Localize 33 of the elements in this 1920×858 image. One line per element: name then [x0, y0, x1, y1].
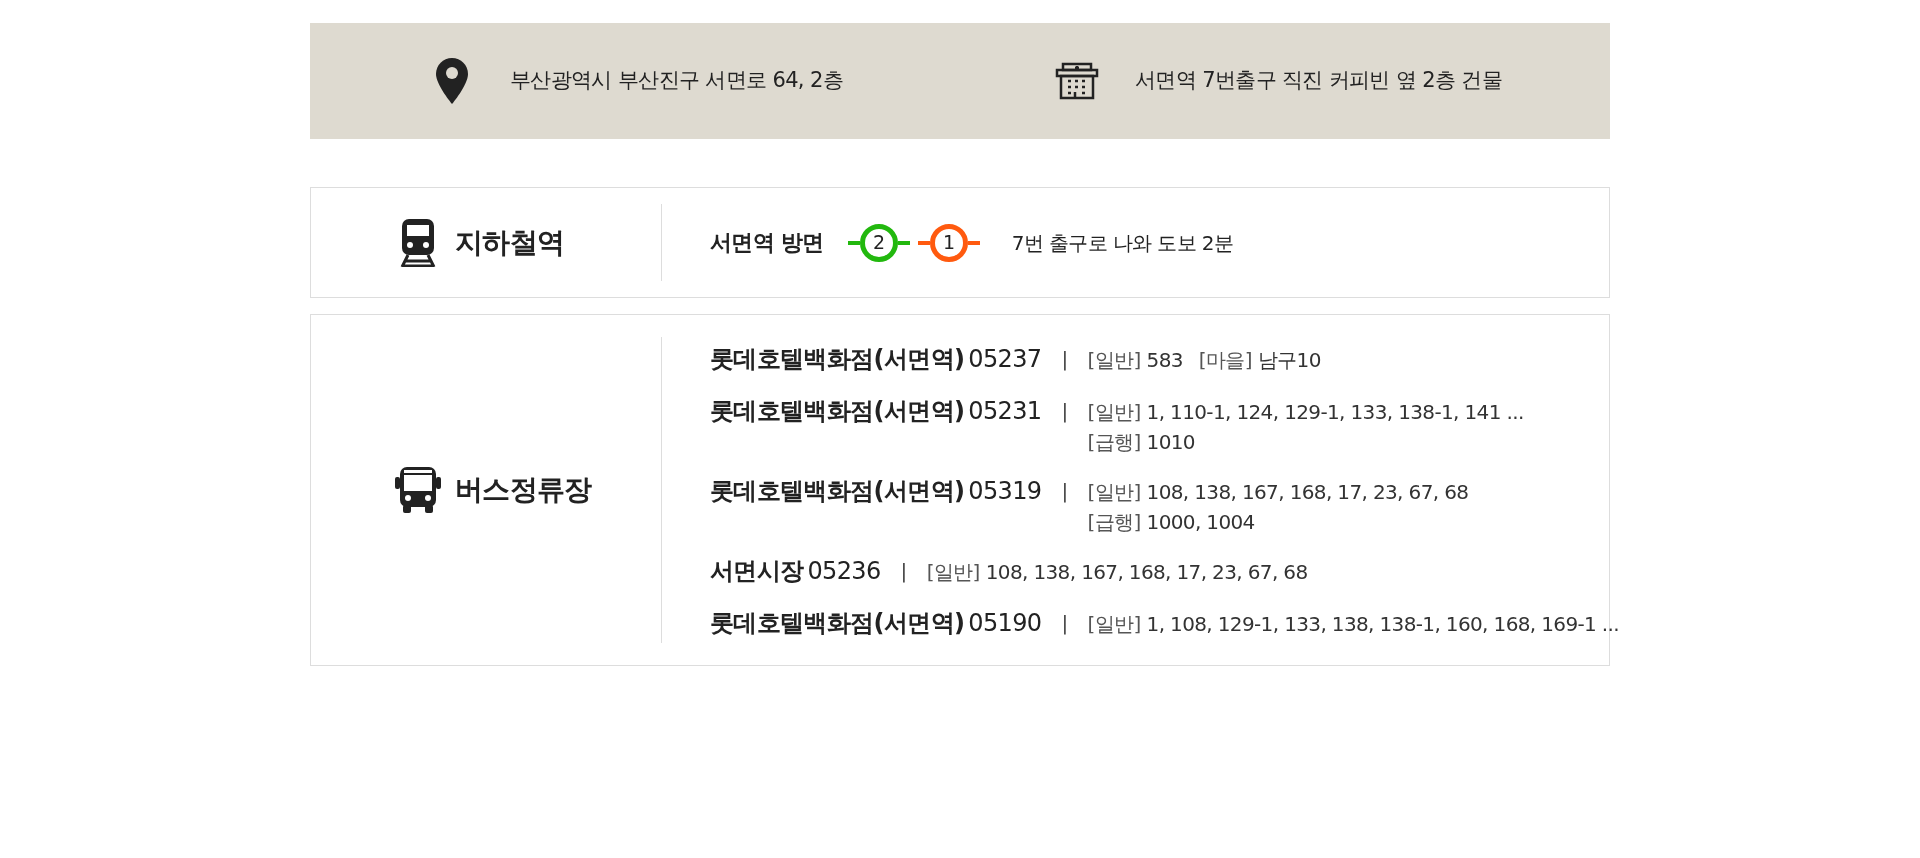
bus-routes: [일반] 583 [1087, 347, 1183, 374]
bus-stop-name: 롯데호텔백화점(서면역) [710, 396, 965, 427]
train-icon [399, 218, 437, 267]
bus-routes: [일반] 108, 138, 167, 168, 17, 23, 67, 68 [926, 559, 1308, 586]
separator: | [900, 558, 907, 585]
bus-icon [395, 467, 441, 513]
bus-routes: [일반] 1, 108, 129-1, 133, 138, 138-1, 160, 168, 169-1 ... [1087, 611, 1620, 638]
subway-title: 지하철역 [455, 224, 565, 261]
bus-stop-name: 롯데호텔백화점(서면역) [710, 608, 965, 639]
bus-routes: [일반] 1, 110-1, 124, 129-1, 133, 138-1, 141 ... [1087, 399, 1524, 426]
bus-stop-number: 05237 [968, 344, 1042, 375]
separator: | [1061, 346, 1068, 373]
bus-stop-number: 05231 [968, 396, 1042, 427]
separator: | [1061, 398, 1068, 425]
building-icon [1055, 62, 1100, 100]
separator: | [1061, 478, 1068, 505]
location-pin-icon [436, 58, 468, 104]
bus-stop-number: 05190 [968, 608, 1042, 639]
bus-stop-number: 05319 [968, 476, 1042, 507]
bus-routes: [급행] 1010 [1087, 429, 1195, 456]
bus-routes: [일반] 108, 138, 167, 168, 17, 23, 67, 68 [1087, 479, 1469, 506]
bus-routes: [급행] 1000, 1004 [1087, 509, 1255, 536]
address-text: 부산광역시 부산진구 서면로 64, 2층 [510, 67, 844, 95]
bus-stop-number: 05236 [807, 556, 881, 587]
station-name: 서면역 방면 [710, 229, 824, 257]
bus-stop-name: 서면시장 [710, 556, 804, 587]
bus-stop-name: 롯데호텔백화점(서면역) [710, 344, 965, 375]
bus-routes: [마을] 남구10 [1198, 347, 1321, 374]
directions-text: 서면역 7번출구 직진 커피빈 옆 2층 건물 [1135, 67, 1503, 95]
exit-directions: 7번 출구로 나와 도보 2분 [1011, 229, 1234, 257]
bus-title: 버스정류장 [455, 472, 592, 508]
bus-stop-name: 롯데호텔백화점(서면역) [710, 476, 965, 507]
separator: | [1061, 610, 1068, 637]
